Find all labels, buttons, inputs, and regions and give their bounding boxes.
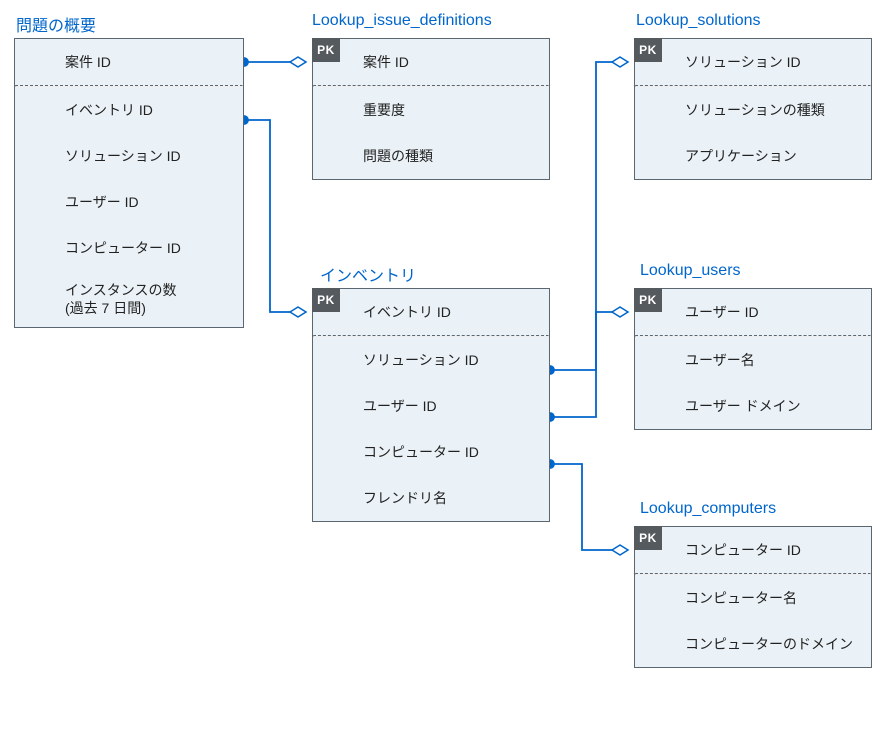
table-title-computers: Lookup_computers [640,500,776,518]
pk-badge: PK [312,288,340,312]
field-row: PK ユーザー ID [635,289,871,335]
field-label: ソリューション ID [349,351,539,369]
field-label: アプリケーション [671,147,861,165]
field-row: コンピューター ID [313,429,549,475]
field-label: 重要度 [349,101,539,119]
field-row: 問題の種類 [313,133,549,179]
field-row: ソリューションの種類 [635,87,871,133]
pk-badge: PK [634,288,662,312]
field-row: イベントリ ID [15,87,243,133]
field-label: コンピューター ID [349,443,539,461]
field-label: ソリューション ID [671,53,861,71]
field-label: ソリューションの種類 [671,101,861,119]
field-label: コンピューター名 [671,589,861,607]
field-label: ユーザー ID [51,193,233,211]
field-label: ユーザー ドメイン [671,397,861,415]
field-label: 問題の種類 [349,147,539,165]
table-users: PK ユーザー ID ユーザー名 ユーザー ドメイン [634,288,872,430]
field-row: アプリケーション [635,133,871,179]
field-row: PK コンピューター ID [635,527,871,573]
field-row: フレンドリ名 [313,475,549,521]
field-label: イベントリ ID [51,101,233,119]
table-computers: PK コンピューター ID コンピューター名 コンピューターのドメイン [634,526,872,668]
field-label: 案件 ID [349,53,539,71]
field-label: イベントリ ID [349,303,539,321]
table-title-issue-definitions: Lookup_issue_definitions [312,12,492,30]
table-issue-summary: 案件 ID イベントリ ID ソリューション ID ユーザー ID コンピュータ… [14,38,244,328]
field-label: コンピューター ID [51,239,233,257]
table-inventory: PK イベントリ ID ソリューション ID ユーザー ID コンピューター I… [312,288,550,522]
field-row: コンピューター名 [635,575,871,621]
field-label: コンピューターのドメイン [671,635,861,653]
field-label: ソリューション ID [51,147,233,165]
field-label: コンピューター ID [671,541,861,559]
table-title-solutions: Lookup_solutions [636,12,761,30]
field-row: ソリューション ID [15,133,243,179]
field-row: ユーザー ID [313,383,549,429]
field-row: 重要度 [313,87,549,133]
field-row: ソリューション ID [313,337,549,383]
field-row: PK 案件 ID [313,39,549,85]
field-row: ユーザー ID [15,179,243,225]
table-title-issue-summary: 問題の概要 [16,12,96,36]
field-row: ユーザー名 [635,337,871,383]
field-row: 案件 ID [15,39,243,85]
field-row: インスタンスの数 (過去 7 日間) [15,271,243,327]
field-row: コンピューター ID [15,225,243,271]
er-diagram: 問題の概要 案件 ID イベントリ ID ソリューション ID ユーザー ID … [0,0,882,744]
field-row: PK ソリューション ID [635,39,871,85]
field-label: インスタンスの数 (過去 7 日間) [51,281,233,317]
field-label: フレンドリ名 [349,489,539,507]
field-label: ユーザー ID [671,303,861,321]
table-title-inventory: インベントリ [320,262,416,286]
field-row: ユーザー ドメイン [635,383,871,429]
field-row: コンピューターのドメイン [635,621,871,667]
pk-badge: PK [634,526,662,550]
table-solutions: PK ソリューション ID ソリューションの種類 アプリケーション [634,38,872,180]
pk-badge: PK [634,38,662,62]
table-title-users: Lookup_users [640,262,741,280]
field-label: ユーザー ID [349,397,539,415]
field-label: 案件 ID [51,53,233,71]
table-issue-definitions: PK 案件 ID 重要度 問題の種類 [312,38,550,180]
pk-badge: PK [312,38,340,62]
field-row: PK イベントリ ID [313,289,549,335]
field-label: ユーザー名 [671,351,861,369]
